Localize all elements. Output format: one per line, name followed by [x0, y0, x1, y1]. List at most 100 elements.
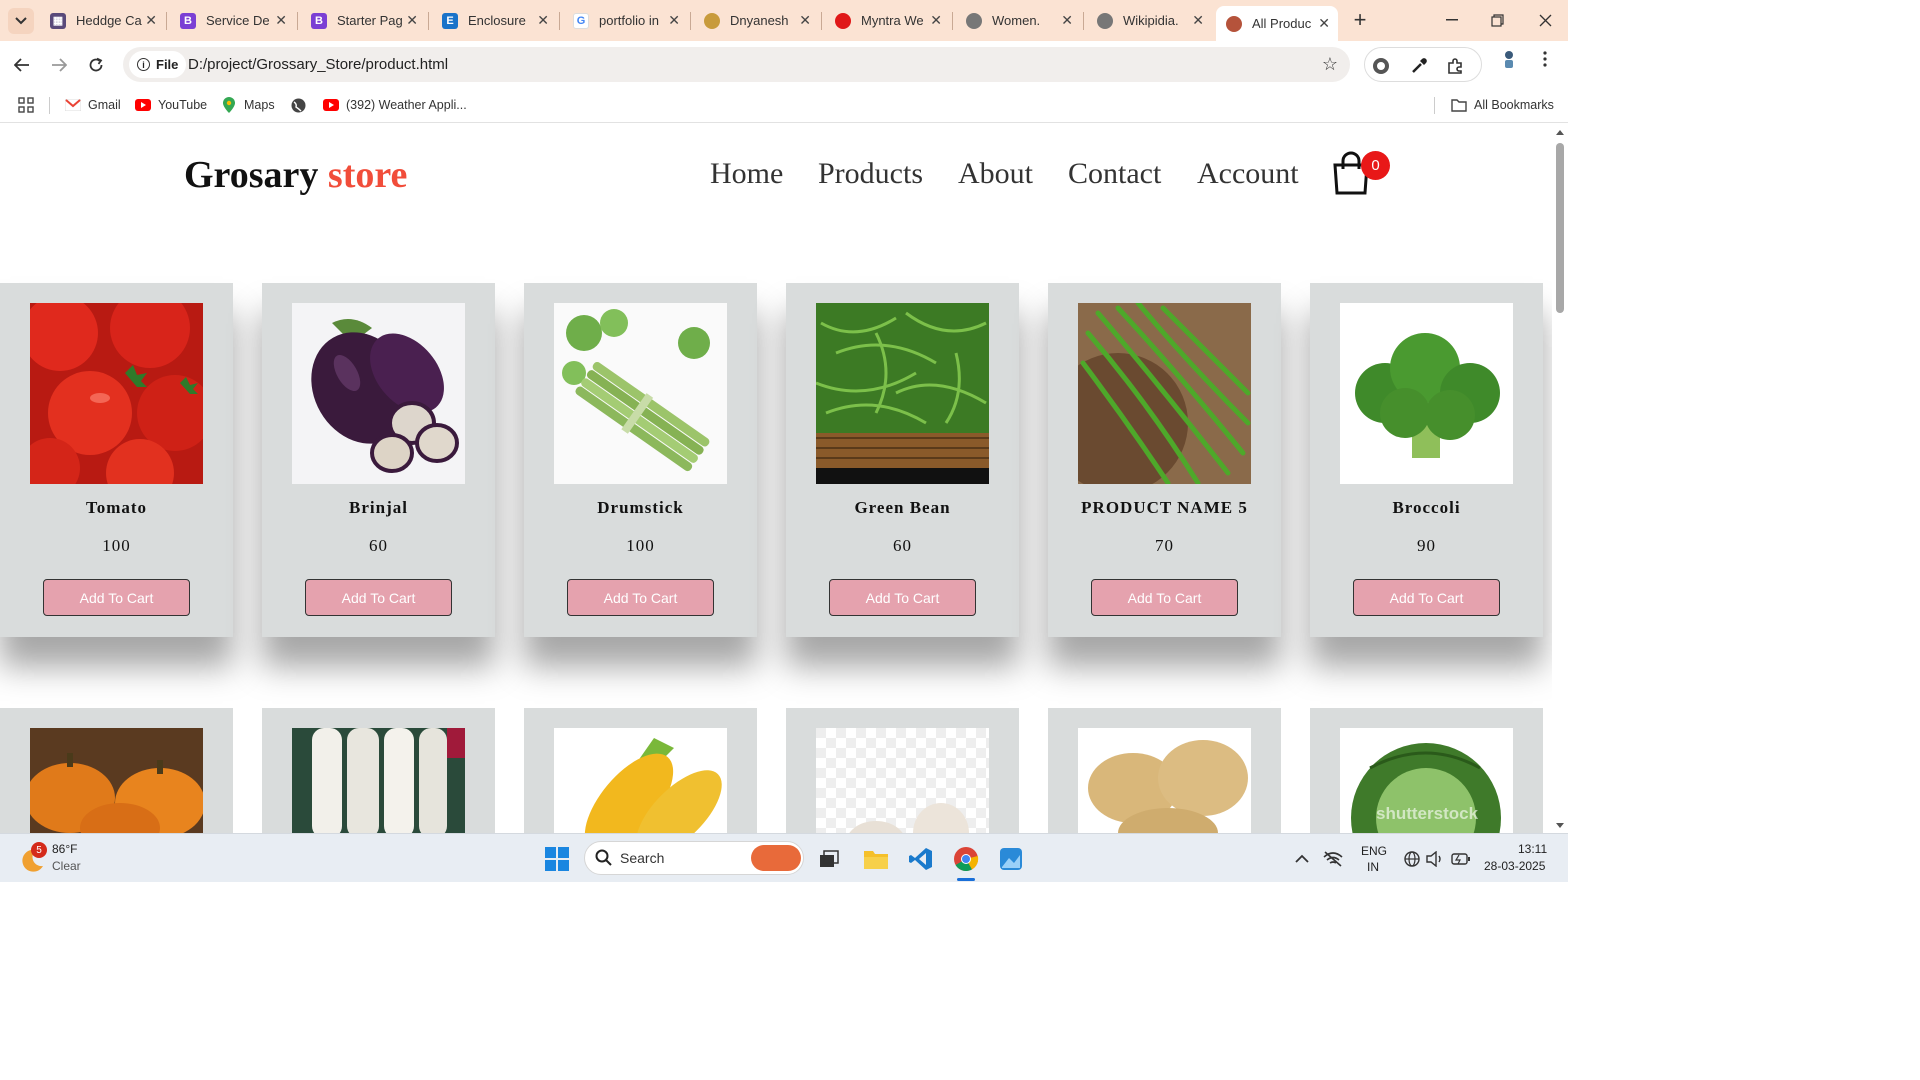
language-indicator[interactable]: ENG [1361, 844, 1387, 858]
page-scrollbar[interactable] [1552, 123, 1568, 833]
start-button[interactable] [542, 844, 572, 874]
page-viewport: Grosary store Home Products About Contac… [0, 123, 1568, 833]
bookmark-maps[interactable]: Maps [221, 95, 275, 115]
taskbar-app-chrome[interactable] [951, 844, 981, 874]
apps-button[interactable] [18, 95, 34, 115]
taskbar-app-photos[interactable] [996, 844, 1026, 874]
tab-portfolio[interactable]: G portfolio in ✕ [563, 6, 688, 35]
bookmark-globe[interactable] [290, 95, 313, 115]
bookmark-youtube[interactable]: YouTube [135, 95, 207, 115]
close-icon[interactable]: ✕ [537, 12, 549, 29]
tab-women[interactable]: Women. ✕ [956, 6, 1081, 35]
close-icon[interactable]: ✕ [1192, 12, 1204, 29]
tab-starter-page[interactable]: B Starter Pag ✕ [301, 6, 426, 35]
close-icon[interactable]: ✕ [1318, 15, 1330, 32]
add-to-cart-button[interactable]: Add To Cart [43, 579, 190, 616]
tab-divider [166, 12, 167, 30]
close-icon[interactable]: ✕ [1061, 12, 1073, 29]
scroll-down-icon[interactable] [1552, 819, 1568, 833]
add-to-cart-button[interactable]: Add To Cart [305, 579, 452, 616]
globe-icon [1404, 851, 1420, 867]
taskbar-app-file-explorer[interactable] [861, 844, 891, 874]
nav-home[interactable]: Home [710, 157, 783, 191]
store-favicon [1226, 15, 1242, 32]
nav-contact[interactable]: Contact [1068, 157, 1161, 191]
add-to-cart-button[interactable]: Add To Cart [829, 579, 976, 616]
close-icon[interactable]: ✕ [406, 12, 418, 29]
extensions-menu-button[interactable] [1445, 56, 1465, 76]
blocker-extension-icon [1373, 58, 1389, 74]
language-region: IN [1367, 860, 1379, 874]
forward-arrow-icon [52, 58, 67, 72]
bookmark-star-icon[interactable]: ☆ [1322, 54, 1338, 75]
tab-heddge[interactable]: ▦ Heddge Ca ✕ [40, 6, 165, 35]
battery-button[interactable] [1446, 844, 1476, 874]
weather-widget[interactable]: 5 86°F Clear [18, 842, 128, 876]
add-to-cart-button[interactable]: Add To Cart [567, 579, 714, 616]
folder-icon [1451, 98, 1467, 112]
myntra-favicon [835, 12, 851, 29]
minimize-button[interactable] [1437, 8, 1467, 32]
product-image-green-bean-2 [1078, 303, 1251, 484]
avatar-icon [1505, 51, 1513, 68]
tab-label: Enclosure [468, 13, 526, 28]
back-button[interactable] [10, 53, 34, 77]
reload-button[interactable] [84, 53, 108, 77]
network-status-button[interactable] [1318, 844, 1348, 874]
close-icon[interactable]: ✕ [930, 12, 942, 29]
nav-about[interactable]: About [958, 157, 1033, 191]
all-bookmarks-button[interactable]: All Bookmarks [1451, 95, 1554, 115]
extension-button[interactable] [1409, 56, 1429, 76]
nav-products[interactable]: Products [818, 157, 923, 191]
tab-search-dropdown[interactable] [8, 8, 34, 34]
tab-wikipidia[interactable]: Wikipidia. ✕ [1087, 6, 1212, 35]
logo-accent-text: store [327, 154, 408, 196]
product-card [1048, 708, 1281, 833]
forward-button[interactable] [47, 53, 71, 77]
tab-myntra[interactable]: Myntra We ✕ [825, 6, 950, 35]
address-bar[interactable]: i File D:/project/Grossary_Store/product… [123, 47, 1350, 82]
close-icon[interactable]: ✕ [275, 12, 287, 29]
url-text[interactable]: D:/project/Grossary_Store/product.html [188, 56, 448, 73]
site-info-chip[interactable]: i File [129, 51, 187, 78]
close-icon[interactable]: ✕ [668, 12, 680, 29]
scroll-thumb[interactable] [1556, 143, 1564, 313]
site-logo[interactable]: Grosary store [184, 153, 407, 197]
nav-account[interactable]: Account [1197, 157, 1299, 191]
add-to-cart-button[interactable]: Add To Cart [1353, 579, 1500, 616]
tab-service-desk[interactable]: B Service De ✕ [170, 6, 295, 35]
taskbar-app-vscode[interactable] [906, 844, 936, 874]
search-highlight-icon [751, 845, 801, 871]
close-window-button[interactable] [1530, 8, 1560, 32]
bookmark-weather-app[interactable]: (392) Weather Appli... [323, 95, 467, 115]
taskbar-search[interactable]: Search [584, 841, 804, 875]
restore-button[interactable] [1482, 8, 1512, 32]
show-hidden-icons-button[interactable] [1287, 844, 1317, 874]
tab-divider [1083, 12, 1084, 30]
tab-all-products[interactable]: All Produc ✕ [1216, 6, 1338, 41]
add-to-cart-button[interactable]: Add To Cart [1091, 579, 1238, 616]
taskbar-app-task-view[interactable] [814, 844, 844, 874]
tab-enclosure[interactable]: E Enclosure ✕ [432, 6, 557, 35]
profile-avatar[interactable] [1499, 49, 1519, 69]
eyedropper-icon [1412, 58, 1427, 73]
network-disconnected-icon [1323, 851, 1343, 867]
close-icon[interactable]: ✕ [145, 12, 157, 29]
browser-menu-button[interactable] [1535, 49, 1555, 69]
product-price: 90 [1417, 536, 1436, 555]
product-name: Green Bean [854, 498, 951, 517]
tab-divider [297, 12, 298, 30]
scroll-up-icon[interactable] [1552, 125, 1568, 139]
clock-date: 28-03-2025 [1484, 859, 1546, 873]
tab-dnyanesh[interactable]: Dnyanesh ✕ [694, 6, 819, 35]
new-tab-button[interactable]: + [1347, 7, 1373, 33]
bookmark-gmail[interactable]: Gmail [65, 95, 121, 115]
portfolio-favicon [704, 12, 720, 29]
product-image-cabbage: shutterstock [1340, 728, 1513, 833]
clock[interactable]: 13:11 28-03-2025 [1484, 842, 1554, 876]
extension-button[interactable] [1371, 56, 1391, 76]
tab-label: Starter Pag [337, 13, 403, 28]
product-image-pumpkin [30, 728, 203, 833]
close-icon[interactable]: ✕ [799, 12, 811, 29]
info-icon: i [137, 58, 150, 71]
